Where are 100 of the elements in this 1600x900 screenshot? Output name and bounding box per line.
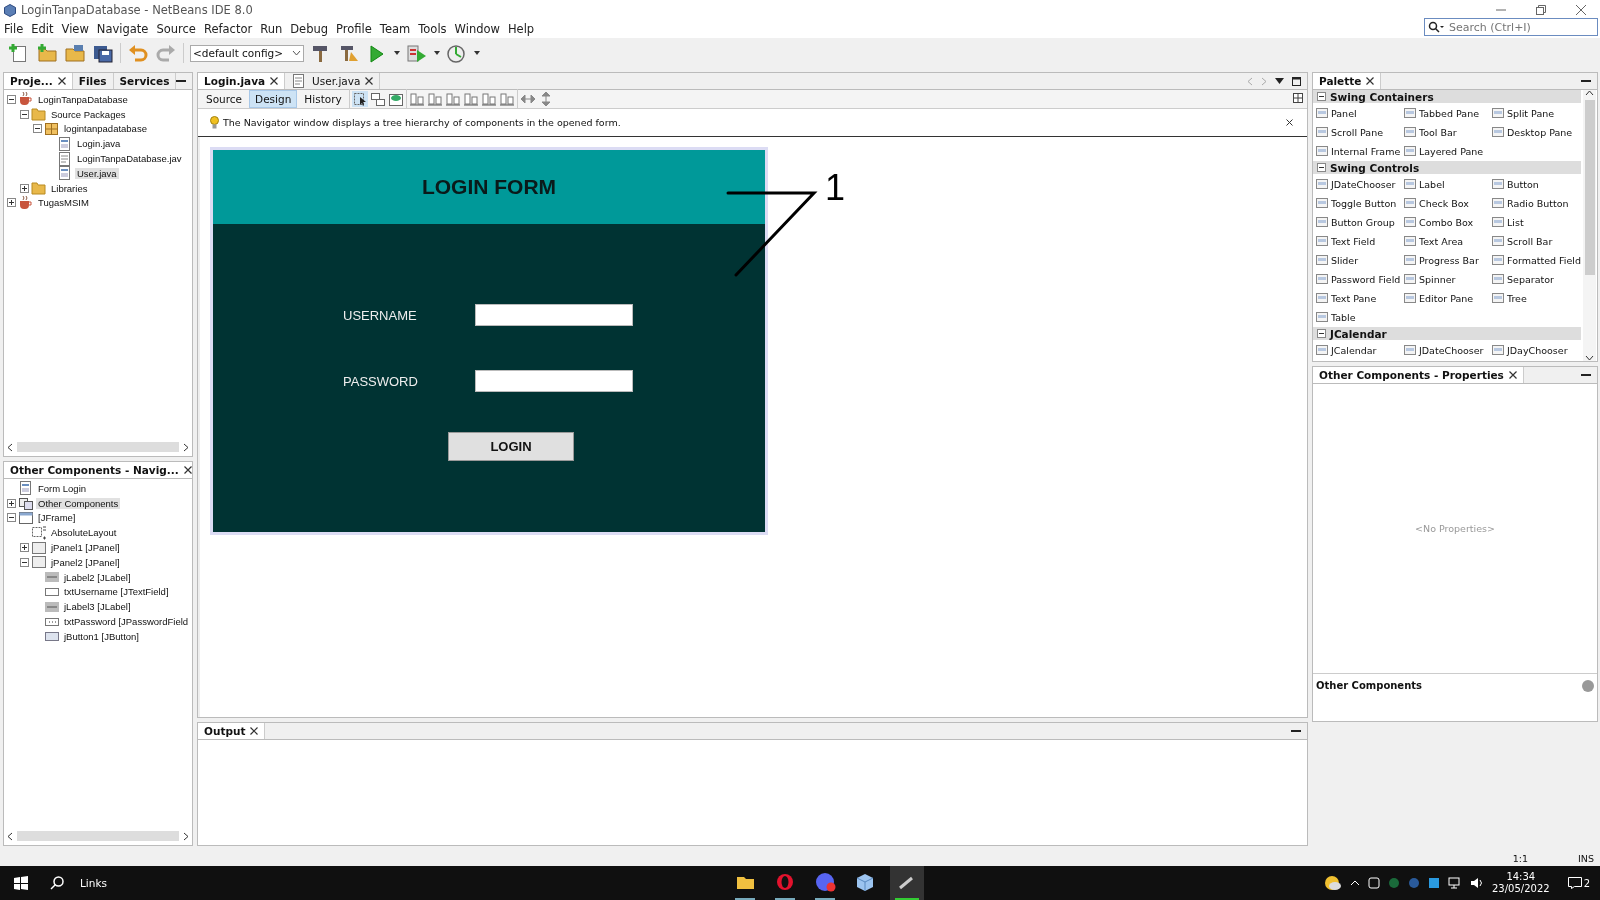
close-icon[interactable] <box>1508 371 1517 379</box>
scroll-right-icon[interactable] <box>183 831 189 841</box>
menu-item[interactable]: Refactor <box>203 22 253 36</box>
close-icon[interactable] <box>250 727 259 735</box>
menu-item[interactable]: Window <box>454 22 500 36</box>
volume-icon[interactable] <box>1470 877 1484 889</box>
palette-item[interactable]: JDayChooser <box>1492 342 1582 358</box>
component-entry[interactable]: jButton1 [JButton] <box>62 630 141 642</box>
close-icon[interactable] <box>1286 119 1293 126</box>
component-entry[interactable]: [JFrame] <box>36 512 78 524</box>
menu-item[interactable]: Tools <box>418 22 447 36</box>
palette-item[interactable]: Text Field <box>1316 233 1404 249</box>
tab[interactable]: Files <box>72 73 114 89</box>
scroll-left-icon[interactable] <box>7 442 13 452</box>
search-field[interactable]: Search (Ctrl+I) <box>1424 18 1598 36</box>
palette-item[interactable]: Spinner <box>1404 271 1492 287</box>
collapse-toggle[interactable] <box>1317 329 1326 338</box>
close-icon[interactable] <box>1576 5 1586 15</box>
collapse-toggle[interactable] <box>1317 92 1326 101</box>
clean-build-icon[interactable] <box>338 43 360 63</box>
close-icon[interactable] <box>270 77 279 85</box>
debug-icon[interactable] <box>406 43 428 63</box>
open-folder-icon[interactable] <box>64 43 86 63</box>
project-entry[interactable]: Libraries <box>49 182 90 194</box>
expand-toggle[interactable] <box>6 198 16 208</box>
menu-item[interactable]: File <box>4 22 24 36</box>
menu-item[interactable]: Run <box>260 22 283 36</box>
component-entry[interactable]: jLabel2 [JLabel] <box>62 571 133 583</box>
expand-toggle[interactable] <box>19 183 29 193</box>
component-entry[interactable]: Other Components <box>36 497 121 509</box>
menu-item[interactable]: Help <box>507 22 535 36</box>
view-tab[interactable]: Design <box>249 90 298 108</box>
scroll-right-icon[interactable] <box>183 442 189 452</box>
palette-item[interactable]: Tool Bar <box>1404 124 1492 140</box>
component-entry[interactable]: Form Login <box>36 482 89 494</box>
scroll-left-icon[interactable] <box>7 831 13 841</box>
component-entry[interactable]: txtPassword [JPasswordField <box>62 616 191 628</box>
palette-item[interactable]: Separator <box>1492 271 1582 287</box>
caret-icon[interactable] <box>394 51 400 55</box>
chevron-up-icon[interactable] <box>1350 880 1360 886</box>
palette-item[interactable]: Progress Bar <box>1404 252 1492 268</box>
close-icon[interactable] <box>365 77 374 85</box>
align-left-icon[interactable] <box>408 91 425 107</box>
palette-category[interactable]: Swing Controls <box>1313 161 1581 174</box>
ide-icon[interactable] <box>890 866 924 900</box>
palette-item[interactable]: Label <box>1404 176 1492 192</box>
editor-tab[interactable]: Login.java <box>198 73 286 89</box>
collapse-toggle[interactable] <box>6 513 16 523</box>
palette-item[interactable]: Scroll Bar <box>1492 233 1582 249</box>
project-entry[interactable]: TugasMSIM <box>36 197 91 209</box>
palette-item[interactable]: Button Group <box>1316 214 1404 230</box>
project-entry[interactable]: Source Packages <box>49 108 128 120</box>
palette-item[interactable]: Split Pane <box>1492 105 1582 121</box>
selection-mode-icon[interactable] <box>351 91 368 107</box>
collapse-toggle[interactable] <box>6 94 16 104</box>
project-entry[interactable]: Login.java <box>75 138 123 150</box>
grid-icon[interactable] <box>1293 92 1303 103</box>
tab[interactable]: Other Components - Navig... <box>4 462 192 478</box>
scroll-down-icon[interactable] <box>1585 355 1594 361</box>
component-entry[interactable]: jPanel2 [JPanel] <box>49 556 122 568</box>
close-icon[interactable] <box>183 466 192 474</box>
caret-icon[interactable] <box>474 51 480 55</box>
dropdown-icon[interactable] <box>1275 78 1284 84</box>
palette-item[interactable]: Check Box <box>1404 195 1492 211</box>
maximize-icon[interactable] <box>1292 76 1301 86</box>
palette-item[interactable]: Password Field <box>1316 271 1404 287</box>
expand-toggle[interactable] <box>6 498 16 508</box>
palette-item[interactable]: Desktop Pane <box>1492 124 1582 140</box>
palette-item[interactable]: Toggle Button <box>1316 195 1404 211</box>
save-all-icon[interactable] <box>92 43 114 63</box>
palette-category[interactable]: Swing Containers <box>1313 90 1581 103</box>
menu-item[interactable]: Debug <box>290 22 329 36</box>
notification-icon[interactable] <box>1567 877 1582 889</box>
project-entry[interactable]: User.java <box>75 167 119 179</box>
collapse-toggle[interactable] <box>19 557 29 567</box>
palette-item[interactable]: Button <box>1492 176 1582 192</box>
menu-item[interactable]: View <box>61 22 89 36</box>
view-tab[interactable]: Source <box>201 91 248 107</box>
config-dropdown[interactable]: <default config> <box>190 44 304 62</box>
center-horizontal-icon[interactable] <box>444 91 461 107</box>
close-icon[interactable] <box>57 77 66 85</box>
align-top-icon[interactable] <box>462 91 479 107</box>
view-tab[interactable]: History <box>299 91 347 107</box>
palette-category[interactable]: JCalendar <box>1313 327 1581 340</box>
search-icon[interactable] <box>50 876 64 890</box>
palette-item[interactable]: Text Area <box>1404 233 1492 249</box>
palette-item[interactable]: JDateChooser <box>1316 176 1404 192</box>
restore-icon[interactable] <box>1536 5 1546 15</box>
palette-item[interactable]: Table <box>1316 309 1404 325</box>
palette-item[interactable]: Editor Pane <box>1404 290 1492 306</box>
component-entry[interactable]: AbsoluteLayout <box>49 527 119 539</box>
palette-item[interactable]: JDateChooser <box>1404 342 1492 358</box>
close-icon[interactable] <box>1366 77 1375 85</box>
project-entry[interactable]: logintanpadatabase <box>62 123 149 135</box>
component-entry[interactable]: jLabel3 [JLabel] <box>62 601 133 613</box>
input-field[interactable] <box>475 304 633 326</box>
windows-start-icon[interactable] <box>14 876 28 890</box>
new-project-icon[interactable] <box>36 43 58 63</box>
tab[interactable]: Other Components - Properties <box>1313 367 1524 383</box>
preview-icon[interactable] <box>387 91 404 107</box>
